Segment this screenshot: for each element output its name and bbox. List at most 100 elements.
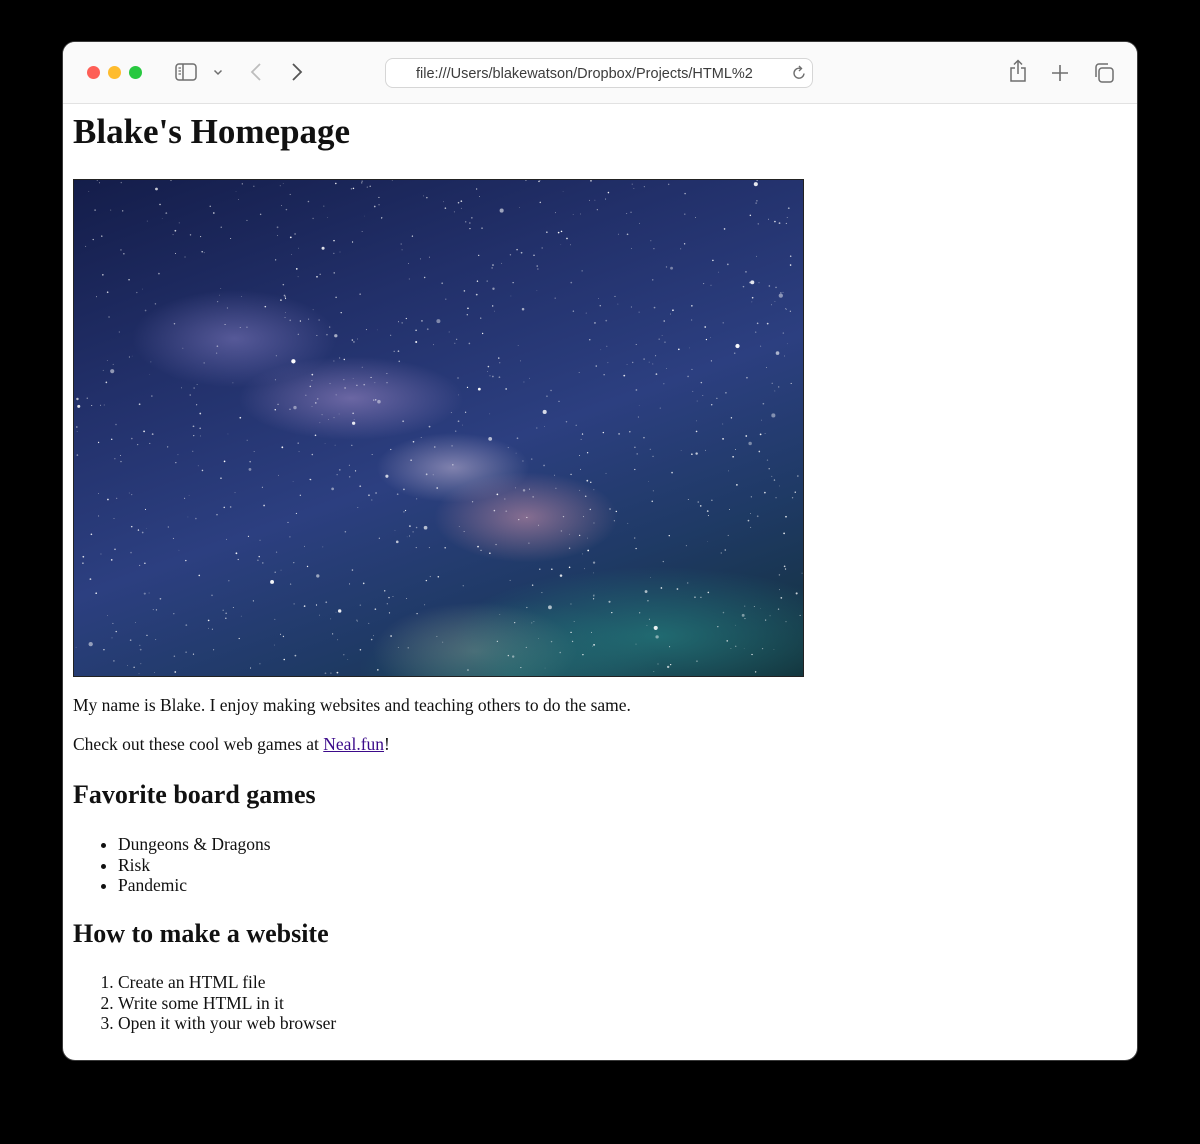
star	[220, 477, 222, 480]
milky-way-image	[73, 179, 804, 677]
star	[376, 329, 378, 331]
star	[761, 647, 764, 650]
star	[655, 355, 657, 357]
star	[691, 319, 693, 321]
star	[357, 338, 358, 340]
star	[334, 334, 338, 338]
star	[700, 381, 703, 384]
share-icon[interactable]	[1009, 59, 1027, 83]
star	[475, 293, 478, 296]
new-tab-icon[interactable]	[1051, 64, 1069, 82]
star	[646, 625, 648, 626]
close-window-button[interactable]	[87, 66, 100, 79]
star	[203, 252, 205, 254]
star	[120, 249, 122, 251]
address-text[interactable]: file:///Users/blakewatson/Dropbox/Projec…	[416, 66, 776, 82]
star	[662, 560, 665, 563]
star	[571, 640, 574, 643]
star	[356, 384, 358, 386]
star	[223, 460, 226, 463]
star	[492, 287, 495, 290]
star	[664, 341, 666, 343]
star	[338, 468, 341, 471]
star	[167, 446, 169, 448]
neal-fun-link[interactable]: Neal.fun	[323, 734, 384, 754]
star	[587, 537, 588, 539]
star	[755, 202, 757, 204]
star	[161, 218, 163, 219]
star	[704, 326, 707, 328]
list-item: Risk	[118, 855, 271, 876]
star	[351, 339, 354, 341]
star	[529, 377, 530, 379]
star	[393, 350, 395, 352]
star	[626, 364, 628, 366]
star	[419, 258, 422, 260]
star	[275, 259, 277, 261]
back-icon[interactable]	[250, 62, 262, 82]
star	[758, 282, 760, 284]
star	[523, 381, 525, 383]
star	[195, 517, 197, 520]
star	[536, 427, 538, 429]
star	[248, 468, 252, 471]
star	[222, 609, 224, 611]
star	[643, 358, 645, 360]
star	[707, 591, 710, 594]
star	[733, 352, 736, 354]
star	[353, 341, 355, 343]
star	[589, 339, 591, 341]
star	[489, 413, 491, 415]
star	[155, 188, 157, 190]
star	[174, 229, 177, 232]
star	[207, 619, 210, 622]
tabs-overview-icon[interactable]	[1093, 62, 1115, 84]
star	[155, 638, 157, 641]
star	[378, 204, 380, 206]
star	[229, 506, 232, 508]
star	[139, 564, 141, 566]
star	[531, 584, 534, 586]
star	[238, 199, 240, 200]
star	[423, 525, 428, 530]
list-item: Open it with your web browser	[118, 1013, 336, 1034]
reload-icon[interactable]	[791, 65, 807, 81]
star	[415, 341, 418, 344]
star	[650, 240, 652, 242]
star	[406, 536, 408, 538]
star	[201, 251, 203, 253]
minimize-window-button[interactable]	[108, 66, 121, 79]
star	[234, 492, 236, 494]
star	[359, 485, 362, 487]
star	[766, 322, 769, 325]
star	[592, 594, 595, 597]
star	[460, 200, 463, 202]
star	[182, 347, 184, 349]
star	[771, 413, 776, 418]
star	[784, 355, 785, 357]
star	[644, 590, 648, 593]
star	[636, 453, 638, 455]
star	[457, 201, 460, 204]
star	[581, 270, 583, 272]
star	[736, 483, 738, 486]
star	[611, 612, 613, 614]
forward-icon[interactable]	[291, 62, 303, 82]
star	[90, 533, 93, 536]
star	[687, 375, 689, 378]
star	[275, 551, 278, 553]
star	[734, 448, 736, 450]
star	[350, 188, 352, 190]
star	[771, 475, 773, 477]
address-bar[interactable]: file:///Users/blakewatson/Dropbox/Projec…	[385, 58, 813, 88]
star	[460, 207, 462, 209]
star	[494, 310, 495, 312]
star	[226, 307, 229, 309]
chevron-down-icon[interactable]	[213, 69, 223, 76]
star	[771, 304, 772, 306]
star	[537, 268, 539, 270]
star	[518, 519, 520, 521]
maximize-window-button[interactable]	[129, 66, 142, 79]
star	[120, 460, 122, 463]
sidebar-icon[interactable]	[175, 63, 197, 81]
